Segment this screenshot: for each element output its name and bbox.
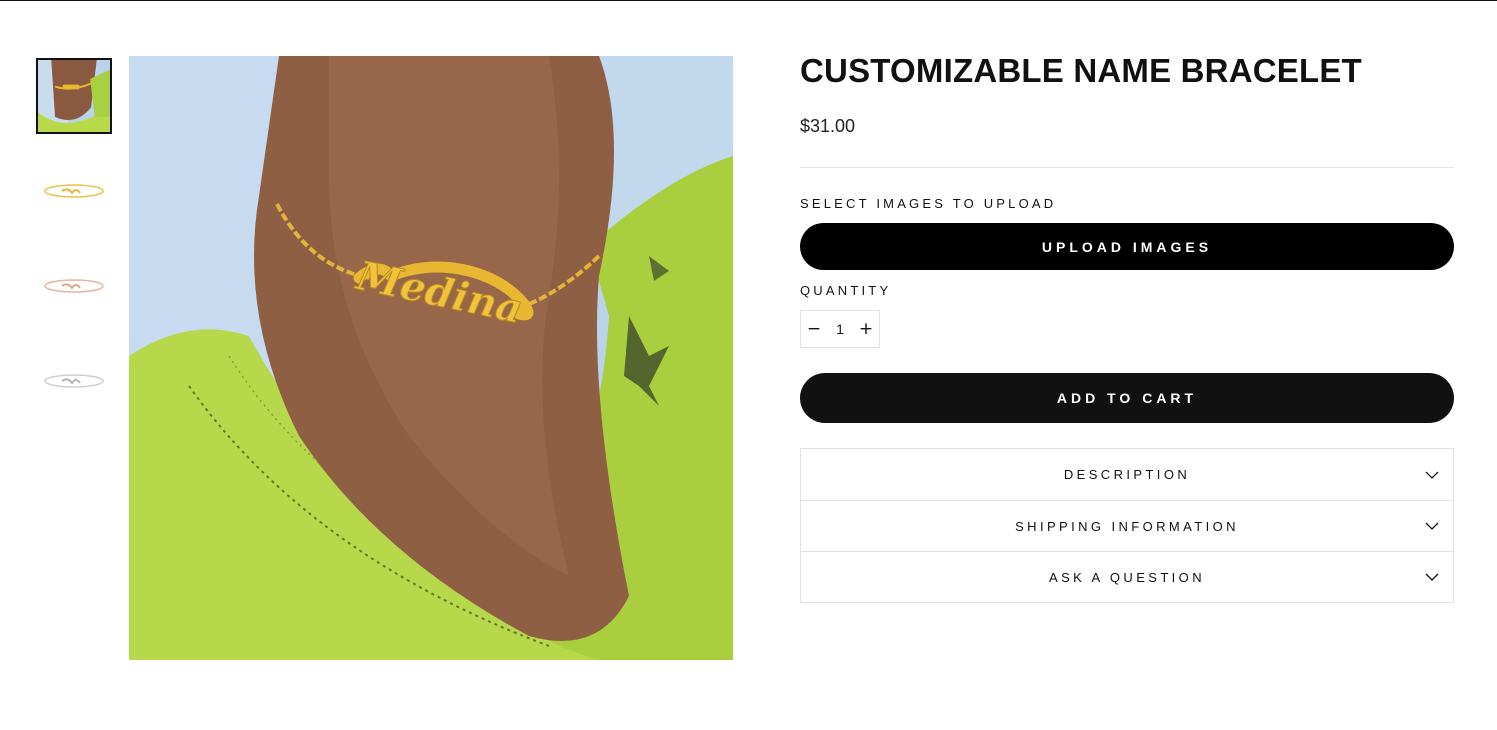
product-price: $31.00 — [800, 116, 856, 136]
main-product-image[interactable]: Medina — [129, 56, 733, 660]
accordion-shipping-information[interactable]: SHIPPING INFORMATION — [801, 500, 1453, 551]
quantity-stepper: − + — [800, 310, 880, 348]
divider — [800, 167, 1454, 168]
thumbnail-gold-on-wrist[interactable] — [36, 58, 112, 134]
accordion-description[interactable]: DESCRIPTION — [801, 449, 1453, 500]
product-title: CUSTOMIZABLE NAME BRACELET — [800, 52, 1362, 89]
minus-icon[interactable]: − — [801, 311, 827, 347]
upload-label: SELECT IMAGES TO UPLOAD — [800, 196, 1057, 211]
thumbnail-image — [44, 374, 104, 388]
chevron-down-icon — [1425, 522, 1439, 530]
thumbnail-rose-gold-bracelet[interactable] — [36, 248, 112, 324]
accordion-label: SHIPPING INFORMATION — [1015, 518, 1239, 534]
thumbnail-image — [38, 60, 110, 132]
accordion-label: DESCRIPTION — [1063, 467, 1191, 482]
upload-images-button[interactable]: UPLOAD IMAGES — [800, 223, 1454, 270]
add-to-cart-button[interactable]: ADD TO CART — [800, 373, 1454, 423]
chevron-down-icon — [1425, 471, 1439, 479]
quantity-input[interactable] — [828, 314, 852, 344]
chevron-down-icon — [1425, 573, 1439, 581]
quantity-label: QUANTITY — [800, 283, 892, 298]
thumbnail-image — [44, 184, 104, 198]
thumbnail-silver-bracelet[interactable] — [36, 343, 112, 419]
plus-icon[interactable]: + — [853, 311, 879, 347]
accordion-ask-a-question[interactable]: ASK A QUESTION — [801, 551, 1453, 602]
thumbnail-gold-bracelet[interactable] — [36, 153, 112, 229]
accordion-label: ASK A QUESTION — [1049, 569, 1205, 585]
bracelet-on-wrist-photo: Medina — [129, 56, 733, 660]
product-accordion: DESCRIPTION SHIPPING INFORMATION ASK A Q… — [800, 448, 1454, 603]
top-border — [0, 0, 1497, 1]
thumbnail-image — [44, 279, 104, 293]
